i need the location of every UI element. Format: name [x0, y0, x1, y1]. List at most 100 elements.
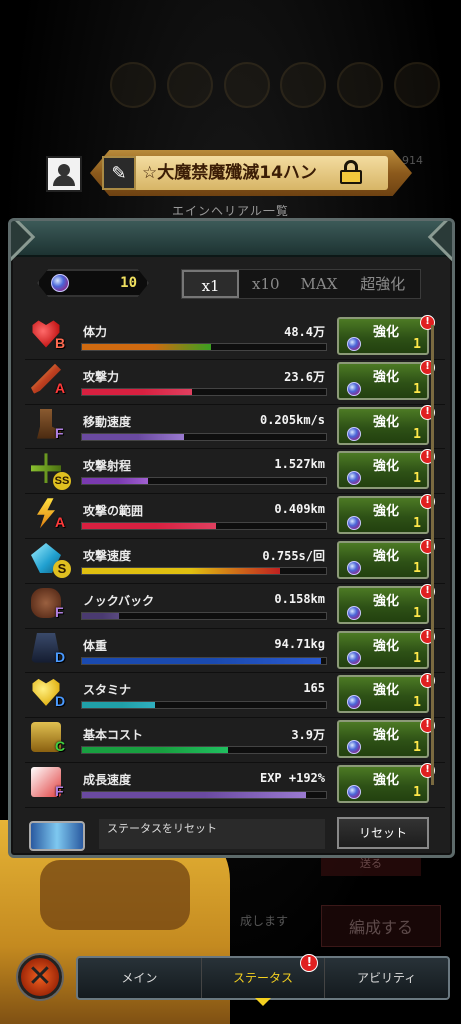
stat-icon-wrap: F [31, 408, 67, 445]
crystal-icon [347, 471, 361, 486]
reset-label: ステータスをリセット [99, 819, 325, 849]
stat-grade: A [55, 514, 66, 531]
upgrade-button[interactable]: 強化 1 ! [337, 494, 435, 535]
crystal-icon [347, 650, 361, 665]
upgrade-label: 強化 [373, 504, 400, 520]
upgrade-button[interactable]: 強化 1 ! [337, 628, 435, 669]
crystal-icon [347, 516, 361, 531]
stat-value: 48.4万 [284, 325, 325, 339]
upgrade-button[interactable]: 強化 1 ! [337, 762, 435, 803]
upgrade-cost: 1 [413, 605, 421, 621]
stat-value: 0.409km [274, 502, 325, 517]
scrollbar[interactable] [431, 325, 434, 785]
stat-value: EXP +192% [259, 770, 325, 785]
crystal-icon [347, 337, 361, 351]
menu-icon-1 [110, 62, 156, 108]
upgrade-button[interactable]: 強化 1 ! [337, 404, 435, 445]
tab-ability[interactable]: アビリティ [325, 958, 448, 998]
stat-row: S 攻撃速度 0.755s/回 強化 1 ! [25, 538, 445, 584]
stat-row: A 攻撃力 23.6万 強化 1 ! [25, 359, 445, 405]
upgrade-button[interactable]: 強化 1 ! [337, 449, 435, 490]
upgrade-button[interactable]: 強化 1 ! [337, 718, 435, 759]
upgrade-label: 強化 [373, 548, 400, 564]
stat-icon-wrap: F [31, 766, 67, 803]
stat-label: 移動速度 [83, 414, 132, 429]
menu-icon-6 [393, 62, 440, 108]
background-text: 成します [240, 914, 289, 928]
stat-bar-track [81, 566, 327, 575]
stat-bar-fill [82, 612, 119, 619]
edit-name-button[interactable]: ✎ [102, 156, 136, 190]
stat-row: B 体力 48.4万 強化 1 ! [25, 315, 445, 360]
multiplier-super-upgrade[interactable]: 超強化 [346, 270, 420, 298]
stat-icon-wrap: SS [31, 453, 71, 491]
panel-top-bar [11, 221, 452, 257]
stat-grade: C [55, 738, 66, 755]
stat-row: D スタミナ 165 強化 1 ! [25, 673, 445, 719]
stat-bar-fill [82, 433, 185, 440]
stat-row: F ノックバック 0.158km 強化 1 ! [25, 583, 445, 629]
stat-grade: SS [53, 472, 71, 491]
close-icon: ✕ [27, 959, 53, 994]
upgrade-cost: 1 [413, 381, 421, 397]
stat-row: F 移動速度 0.205km/s 強化 1 ! [25, 404, 445, 450]
stat-label: 攻撃射程 [83, 459, 132, 474]
stat-grade: F [55, 603, 64, 620]
stat-label: ノックバック [83, 593, 155, 608]
upgrade-cost: 1 [413, 426, 421, 442]
formation-button: 編成する [321, 905, 441, 947]
stat-bar-fill [82, 344, 212, 350]
stat-grade: D [55, 648, 66, 665]
alert-icon: ! [300, 954, 319, 972]
stat-label: 基本コスト [83, 728, 144, 743]
upgrade-button[interactable]: 強化 1 ! [337, 359, 435, 400]
stat-label: 攻撃速度 [83, 548, 132, 563]
multiplier-selector: x1 x10 MAX 超強化 [181, 269, 421, 299]
unit-name: ☆大魔禁魔殲滅14ハン [142, 163, 317, 183]
crystal-icon [347, 381, 361, 396]
stat-bar-track [81, 387, 327, 396]
upgrade-button[interactable]: 強化 1 ! [337, 315, 435, 355]
upgrade-cost: 1 [413, 560, 421, 576]
lock-icon[interactable] [340, 160, 362, 184]
stat-bar-fill [82, 791, 307, 798]
stat-label: 体重 [83, 638, 108, 653]
tab-status[interactable]: ステータス ! [202, 954, 326, 1006]
tab-main[interactable]: メイン [78, 958, 202, 998]
stat-label: 成長速度 [83, 772, 132, 787]
upgrade-label: 強化 [373, 593, 400, 609]
upgrade-button[interactable]: 強化 1 ! [337, 538, 435, 579]
multiplier-x1[interactable]: x1 [182, 270, 240, 298]
upgrade-label: 強化 [373, 638, 400, 654]
upgrade-label: 強化 [373, 325, 400, 340]
stat-row: A 攻撃の範囲 0.409km 強化 1 ! [25, 494, 445, 539]
top-menu-icons [110, 62, 440, 114]
character-detail [40, 860, 190, 930]
stat-bar-fill [82, 478, 148, 485]
upgrade-cost: 1 [413, 471, 421, 487]
multiplier-max[interactable]: MAX [292, 270, 345, 298]
reset-row: ステータスをリセット リセット [25, 813, 445, 855]
upgrade-button[interactable]: 強化 1 ! [337, 673, 435, 714]
stat-row: SS 攻撃射程 1.527km 強化 1 ! [25, 449, 445, 495]
stat-grade: F [55, 782, 64, 799]
stat-icon-wrap: D [31, 677, 67, 713]
stat-bar-track [81, 343, 327, 351]
upgrade-cost: 1 [413, 650, 421, 666]
crystal-icon [347, 560, 361, 575]
stat-icon-wrap: C [31, 722, 67, 758]
stat-bar-track [81, 432, 327, 441]
upgrade-button[interactable]: 強化 1 ! [337, 583, 435, 624]
reset-button[interactable]: リセット [337, 817, 429, 849]
stat-icon-wrap: A [31, 363, 67, 400]
stat-grade: B [55, 335, 66, 351]
stat-label: 攻撃の範囲 [83, 504, 144, 519]
upgrade-label: 強化 [373, 683, 400, 699]
crystal-count: 10 [120, 275, 137, 291]
stat-label: 攻撃力 [83, 369, 120, 384]
unit-list-title: エインヘリアル一覧 [172, 204, 289, 218]
avatar[interactable] [46, 156, 82, 192]
upgrade-cost: 1 [413, 784, 421, 800]
close-button[interactable]: ✕ [18, 955, 62, 999]
multiplier-x10[interactable]: x10 [239, 270, 292, 298]
